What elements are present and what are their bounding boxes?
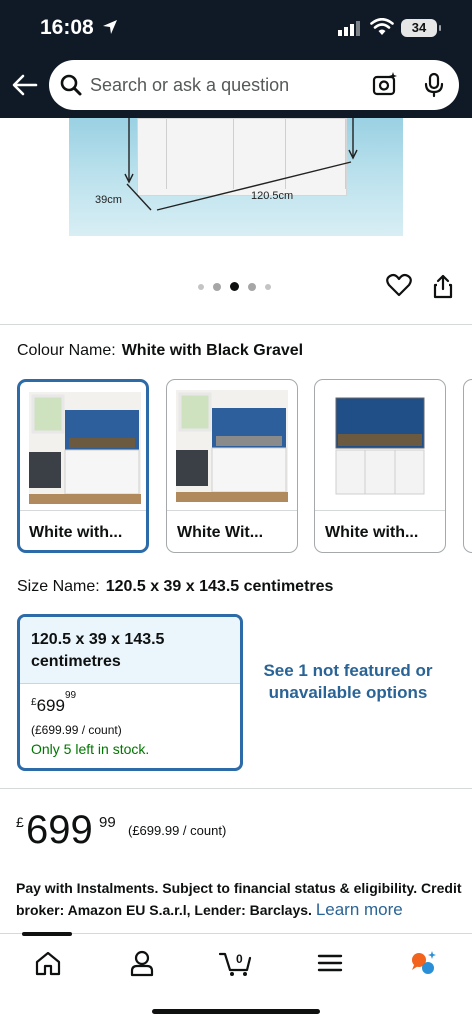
microphone-icon[interactable] xyxy=(421,71,447,99)
product-image[interactable]: 39cm 120.5cm xyxy=(69,118,403,236)
cart-count: 0 xyxy=(236,952,243,966)
colour-option-label: White Wit... xyxy=(167,510,297,542)
app-header: 16:08 34 Search or ask a question xyxy=(0,0,472,118)
learn-more-link[interactable]: Learn more xyxy=(316,900,403,919)
cart-icon[interactable]: 0 xyxy=(219,948,253,978)
signal-icon xyxy=(338,21,360,36)
depth-dimension-label: 39cm xyxy=(95,194,122,206)
menu-icon[interactable] xyxy=(315,948,345,978)
share-icon[interactable] xyxy=(432,273,454,299)
heart-icon[interactable] xyxy=(386,273,412,297)
location-arrow-icon xyxy=(103,20,117,34)
carousel-dot-active[interactable] xyxy=(230,282,239,291)
image-carousel-indicator xyxy=(198,282,271,291)
carousel-dot[interactable] xyxy=(248,282,256,291)
search-icon xyxy=(60,74,82,96)
carousel-dot[interactable] xyxy=(198,283,204,290)
home-icon[interactable] xyxy=(33,948,63,978)
colour-option-more[interactable] xyxy=(463,379,472,553)
rufus-assistant-icon[interactable] xyxy=(409,948,439,978)
status-bar: 16:08 34 xyxy=(0,0,472,56)
back-arrow-icon[interactable] xyxy=(10,70,40,100)
size-label: Size Name: xyxy=(17,578,100,595)
search-input[interactable]: Search or ask a question xyxy=(90,75,289,96)
instalments-info: Pay with Instalments. Subject to financi… xyxy=(16,877,464,921)
colour-option-3[interactable]: White with... xyxy=(314,379,446,553)
price-fraction: 99 xyxy=(99,814,116,831)
colour-option-label: White with... xyxy=(315,510,445,542)
colour-name-row: Colour Name: White with Black Gravel xyxy=(17,342,303,360)
colour-option-label: White with... xyxy=(20,510,146,542)
size-name-row: Size Name: 120.5 x 39 x 143.5 centimetres xyxy=(17,578,333,596)
width-dimension-label: 120.5cm xyxy=(251,190,294,202)
battery-icon: 34 xyxy=(401,19,441,37)
divider xyxy=(0,324,472,325)
divider xyxy=(0,788,472,789)
home-indicator xyxy=(152,1009,320,1014)
carousel-dot[interactable] xyxy=(265,283,271,290)
see-unavailable-options-link[interactable]: See 1 not featured or unavailable option… xyxy=(262,660,434,704)
colour-option-image xyxy=(324,390,436,502)
stock-status: Only 5 left in stock. xyxy=(31,741,150,757)
colour-label: Colour Name: xyxy=(17,342,116,359)
size-value: 120.5 x 39 x 143.5 centimetres xyxy=(105,578,334,595)
size-option-price: £69999 xyxy=(31,690,77,715)
colour-option-2[interactable]: White Wit... xyxy=(166,379,298,553)
price-unit: (£699.99 / count) xyxy=(128,823,227,838)
colour-option-image xyxy=(176,390,288,502)
carousel-dot[interactable] xyxy=(213,282,221,291)
wifi-icon xyxy=(370,18,394,35)
search-bar[interactable]: Search or ask a question xyxy=(49,60,459,110)
size-option-title: 120.5 x 39 x 143.5 centimetres xyxy=(20,617,240,684)
dimension-lines xyxy=(124,118,358,211)
size-option-unit-price: (£699.99 / count) xyxy=(31,723,122,737)
colour-value: White with Black Gravel xyxy=(121,342,304,359)
size-option-card[interactable]: 120.5 x 39 x 143.5 centimetres £69999 (£… xyxy=(17,614,243,771)
active-tab-indicator xyxy=(22,932,72,936)
camera-search-icon[interactable] xyxy=(371,71,399,99)
price-currency: £ xyxy=(16,814,24,830)
account-icon[interactable] xyxy=(127,948,157,978)
colour-option-image xyxy=(29,392,141,504)
status-time: 16:08 xyxy=(40,16,94,39)
colour-option-1[interactable]: White with... xyxy=(17,379,149,553)
price-whole: 699 xyxy=(26,808,93,852)
